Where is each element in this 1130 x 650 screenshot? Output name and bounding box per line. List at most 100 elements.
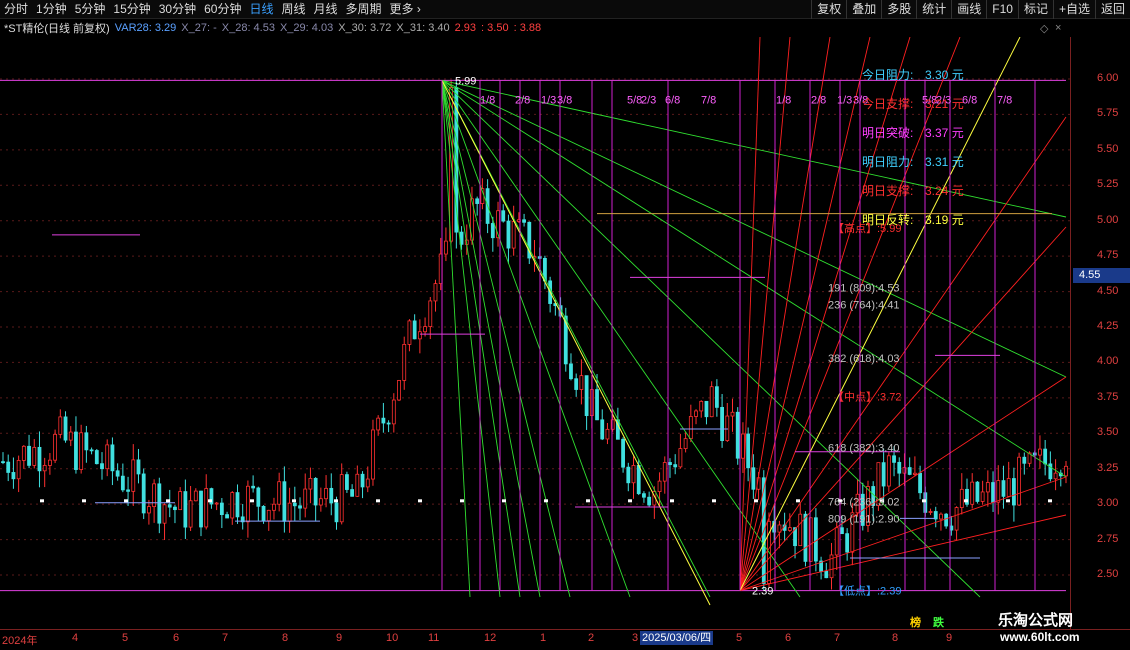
candle-body bbox=[423, 326, 427, 333]
toolbar-button[interactable]: +自选 bbox=[1052, 0, 1095, 19]
candle-body bbox=[631, 465, 636, 484]
toolbar-button[interactable]: 画线 bbox=[951, 0, 986, 19]
rank-badge[interactable]: 榜 bbox=[910, 614, 921, 630]
candle-body bbox=[985, 482, 990, 493]
date-cursor-label: 2025/03/06/四 bbox=[640, 631, 714, 645]
candle-body bbox=[167, 504, 172, 508]
candle-body bbox=[386, 422, 391, 425]
candle-body bbox=[188, 500, 193, 528]
dot-marker bbox=[166, 499, 170, 503]
dot-marker bbox=[502, 499, 506, 503]
dot-marker bbox=[82, 499, 86, 503]
price-tick: 3.25 bbox=[1097, 461, 1119, 474]
period-tab[interactable]: 日线 bbox=[245, 0, 277, 19]
fall-badge[interactable]: 跌 bbox=[933, 614, 944, 630]
date-tick: 2024年 bbox=[2, 635, 38, 647]
candle-body bbox=[89, 449, 94, 452]
period-tab[interactable]: 分时 bbox=[0, 0, 32, 19]
candle-body bbox=[147, 506, 151, 514]
period-tab[interactable]: 月线 bbox=[310, 0, 342, 19]
period-tab[interactable]: 更多 › bbox=[386, 0, 425, 19]
dot-marker bbox=[292, 499, 296, 503]
candle-body bbox=[63, 416, 68, 441]
candle-body bbox=[902, 467, 907, 474]
toolbar-button[interactable]: 叠加 bbox=[846, 0, 881, 19]
toolbar-button[interactable]: F10 bbox=[986, 0, 1018, 19]
candle-body bbox=[126, 489, 130, 492]
close-icon[interactable]: × bbox=[1055, 22, 1061, 34]
candle-body bbox=[298, 505, 302, 509]
candle-body bbox=[694, 410, 698, 417]
candle-body bbox=[84, 432, 89, 451]
dot-marker bbox=[922, 499, 926, 503]
indicator-value: X_28: 4.53 bbox=[221, 22, 275, 34]
candle-body bbox=[428, 300, 433, 328]
toolbar-button[interactable]: 多股 bbox=[881, 0, 916, 19]
chart-area[interactable]: 1/8 2/8 1/3 3/8 5/82/3 6/8 7/8 1/8 2/8 1/3 3/8 5/82… bbox=[0, 37, 1070, 629]
watermark-name: 乐淘公式网 bbox=[998, 612, 1074, 629]
fib-label: 809 (191):2.90 bbox=[828, 513, 900, 525]
candle-body bbox=[402, 344, 407, 381]
fib-label: 191 (809):4.53 bbox=[828, 282, 900, 294]
dot-marker bbox=[460, 499, 464, 503]
candle-body bbox=[1011, 478, 1016, 506]
indicator-value: 2.93 bbox=[454, 22, 477, 34]
candle-body bbox=[1038, 448, 1042, 456]
candle-body bbox=[605, 428, 610, 440]
candle-body bbox=[881, 462, 886, 487]
candle-body bbox=[235, 492, 240, 518]
fraction-label: 1/8 bbox=[776, 94, 791, 106]
price-tick: 3.75 bbox=[1097, 390, 1119, 403]
candle-body bbox=[272, 503, 276, 511]
candle-body bbox=[735, 411, 740, 459]
period-tab[interactable]: 60分钟 bbox=[200, 0, 245, 19]
period-tab[interactable]: 30分钟 bbox=[155, 0, 200, 19]
candle-body bbox=[100, 463, 104, 470]
indicator-value: : 3.88 bbox=[513, 22, 542, 34]
fraction-label: 1/3 bbox=[541, 94, 556, 106]
candle-body bbox=[720, 406, 724, 441]
candle-body bbox=[345, 474, 349, 490]
price-tick: 5.50 bbox=[1097, 142, 1119, 155]
toolbar-button[interactable]: 统计 bbox=[916, 0, 951, 19]
candle-body bbox=[339, 474, 344, 523]
candle-body bbox=[292, 502, 297, 507]
price-tick: 3.00 bbox=[1097, 497, 1119, 510]
period-tab[interactable]: 多周期 bbox=[342, 0, 386, 19]
toolbar-button[interactable]: 标记 bbox=[1017, 0, 1053, 19]
toolbar-button[interactable]: 复权 bbox=[811, 0, 846, 19]
candle-body bbox=[131, 459, 136, 492]
candle-body bbox=[475, 198, 480, 204]
info-value: 3.19 元 bbox=[925, 213, 964, 227]
candle-body bbox=[787, 527, 792, 531]
period-tab[interactable]: 周线 bbox=[277, 0, 309, 19]
candle-body bbox=[970, 481, 975, 505]
candle-body bbox=[688, 416, 693, 440]
candle-body bbox=[334, 502, 339, 523]
candle-body bbox=[251, 485, 256, 489]
date-tick: 6 bbox=[173, 632, 180, 644]
candle-body bbox=[1, 461, 5, 464]
candle-body bbox=[376, 417, 381, 431]
fan-line bbox=[739, 37, 761, 591]
dot-marker bbox=[40, 499, 44, 503]
period-tab[interactable]: 15分钟 bbox=[109, 0, 154, 19]
period-tab[interactable]: 1分钟 bbox=[32, 0, 71, 19]
candle-body bbox=[94, 450, 99, 465]
dot-marker bbox=[628, 499, 632, 503]
candle-body bbox=[53, 433, 58, 461]
fraction-label: 2/8 bbox=[515, 94, 530, 106]
candle-body bbox=[199, 490, 203, 528]
toolbar-button[interactable]: 返回 bbox=[1094, 0, 1130, 19]
diamond-icon[interactable]: ◇ bbox=[1040, 22, 1048, 35]
candle-body bbox=[845, 533, 850, 553]
period-tab[interactable]: 5分钟 bbox=[71, 0, 110, 19]
fraction-label: 7/8 bbox=[701, 94, 716, 106]
candle-body bbox=[42, 465, 47, 472]
candle-body bbox=[204, 488, 209, 528]
fraction-label: 1/8 bbox=[480, 94, 495, 106]
candle-body bbox=[600, 419, 605, 440]
candle-body bbox=[110, 444, 115, 472]
candle-body bbox=[662, 462, 667, 482]
indicator-value: X_30: 3.72 bbox=[338, 22, 392, 34]
